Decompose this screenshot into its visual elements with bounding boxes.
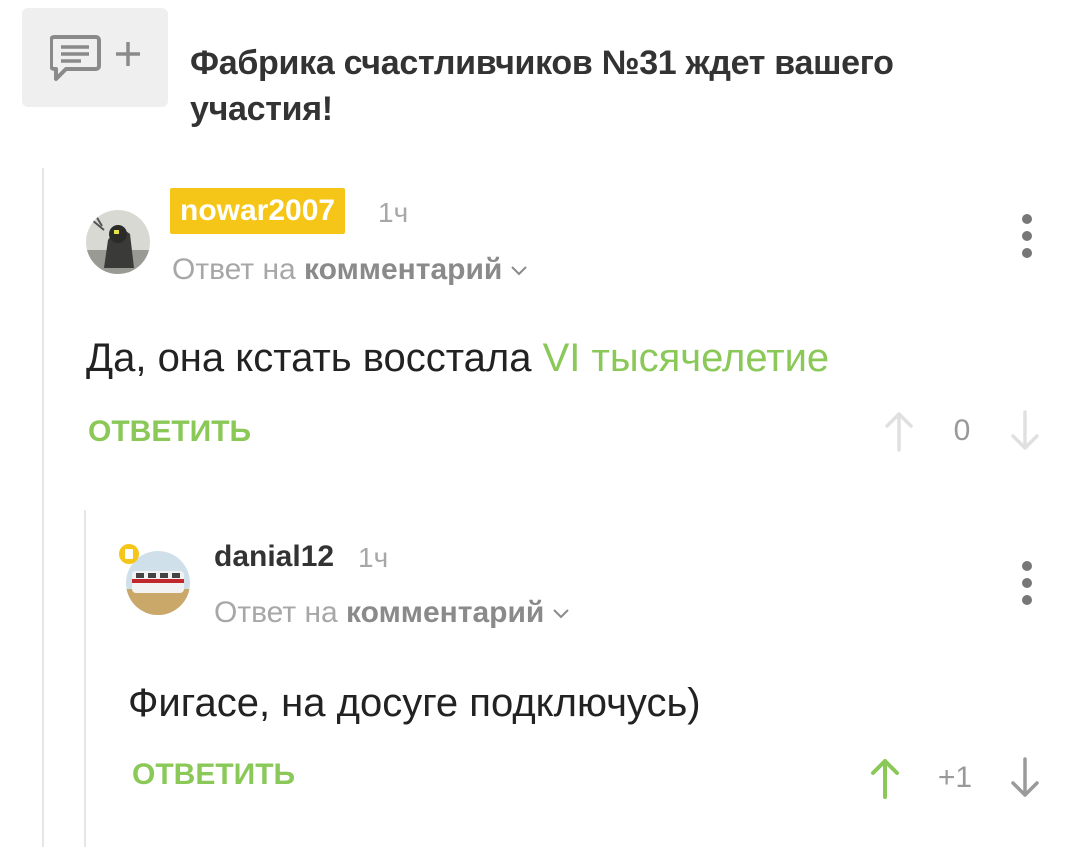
chevron-down-icon[interactable] xyxy=(510,265,528,277)
promo-title[interactable]: Фабрика счастливчиков №31 ждет вашего уч… xyxy=(190,40,990,132)
comment-text-plain: Да, она кстать восстала xyxy=(86,336,543,380)
comment-link[interactable]: VI тысячелетие xyxy=(543,336,830,380)
author-name[interactable]: nowar2007 xyxy=(170,188,346,234)
reply-prefix: Ответ на xyxy=(214,596,338,629)
reply-target[interactable]: комментарий xyxy=(346,596,544,629)
comment-text: Да, она кстать восстала VI тысячелетие xyxy=(86,332,829,384)
chevron-down-icon[interactable] xyxy=(552,608,570,620)
thread-rail[interactable] xyxy=(42,168,44,847)
comment-time: 1ч xyxy=(378,197,409,228)
reply-prefix: Ответ на xyxy=(172,253,296,286)
promo-banner[interactable]: Фабрика счастливчиков №31 ждет вашего уч… xyxy=(22,8,1050,128)
arrow-down-icon[interactable] xyxy=(1010,757,1040,799)
more-menu-icon[interactable] xyxy=(1020,561,1032,605)
reply-button[interactable]: ОТВЕТИТЬ xyxy=(88,412,251,452)
comment: danial12 1ч Ответ на комментарий Фигасе,… xyxy=(118,535,1046,805)
more-menu-icon[interactable] xyxy=(1020,214,1032,258)
avatar[interactable] xyxy=(86,210,150,274)
thread-rail-nested[interactable] xyxy=(84,510,86,847)
reply-to-info[interactable]: Ответ на комментарий xyxy=(214,593,570,633)
reply-button[interactable]: ОТВЕТИТЬ xyxy=(132,755,295,795)
vote-controls: 0 xyxy=(884,406,1040,456)
comments-page: Фабрика счастливчиков №31 ждет вашего уч… xyxy=(0,0,1080,847)
comment: nowar2007 1ч Ответ на комментарий Да, он… xyxy=(86,188,1046,468)
reply-to-info[interactable]: Ответ на комментарий xyxy=(172,250,528,290)
note-badge-icon xyxy=(119,544,139,564)
comment-time: 1ч xyxy=(358,542,389,573)
arrow-down-icon[interactable] xyxy=(1010,410,1040,452)
promo-icon-box[interactable] xyxy=(22,8,168,107)
comment-add-icon xyxy=(50,35,140,81)
author-name[interactable]: danial12 xyxy=(214,537,334,577)
reply-target[interactable]: комментарий xyxy=(304,253,502,286)
vote-controls: +1 xyxy=(870,753,1040,803)
comment-text: Фигасе, на досуге подключусь) xyxy=(128,681,701,725)
